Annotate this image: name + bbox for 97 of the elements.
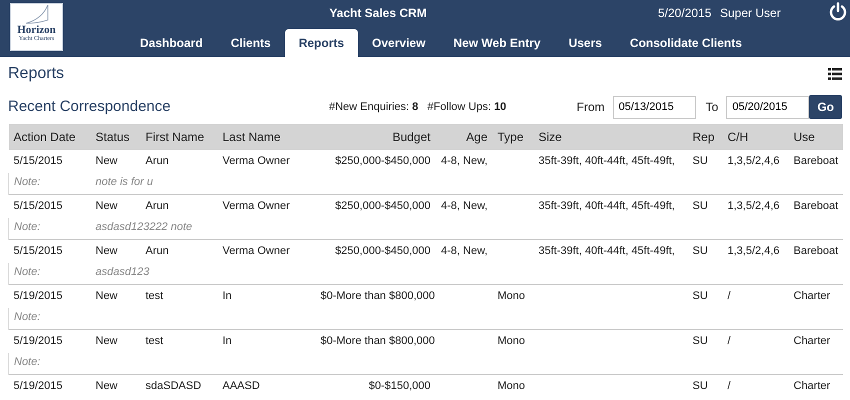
table-cell: test <box>140 284 218 308</box>
table-cell: SU <box>688 150 722 173</box>
table-cell: In <box>218 330 316 353</box>
table-cell: 4-8, New, <box>436 194 492 218</box>
column-header[interactable]: C/H <box>722 124 788 150</box>
column-header[interactable]: Status <box>90 124 140 150</box>
note-label: Note: <box>8 308 90 330</box>
note-label: Note: <box>8 218 90 240</box>
table-cell: SU <box>688 330 722 353</box>
column-header[interactable]: Last Name <box>218 124 316 150</box>
table-cell: Arun <box>140 150 218 173</box>
table-cell: New <box>90 240 140 263</box>
table-cell: test <box>140 330 218 353</box>
table-cell: Mono <box>492 374 534 398</box>
logo-name: Horizon <box>16 25 57 36</box>
nav-tab[interactable]: Dashboard <box>126 29 217 57</box>
nav-tab[interactable]: Users <box>554 29 616 57</box>
table-cell: Verma Owner <box>218 150 316 173</box>
table-cell: New <box>90 284 140 308</box>
table-cell: Bareboat <box>788 194 842 218</box>
table-cell: Charter <box>788 284 842 308</box>
app-title: Yacht Sales CRM <box>328 5 428 22</box>
table-cell: 35ft-39ft, 40ft-44ft, 45ft-49ft, <box>534 240 688 263</box>
table-cell: Arun <box>140 194 218 218</box>
section-title: Recent Correspondence <box>8 98 172 116</box>
table-cell: 35ft-39ft, 40ft-44ft, 45ft-49ft, <box>534 150 688 173</box>
table-cell: $250,000-$450,000 <box>316 150 436 173</box>
to-date-field[interactable]: 05/20/2015 <box>726 96 810 118</box>
table-cell: 1,3,5/2,4,6 <box>722 240 788 263</box>
table-cell: 1,3,5/2,4,6 <box>722 150 788 173</box>
table-cell: SU <box>688 374 722 398</box>
table-cell: Arun <box>140 240 218 263</box>
nav-tab[interactable]: Clients <box>216 29 285 57</box>
table-cell: sdaSDASD <box>140 374 218 398</box>
nav-tab[interactable]: Overview <box>358 29 440 57</box>
page-title: Reports <box>8 64 64 84</box>
table-cell: $0-$150,000 <box>316 374 436 398</box>
table-cell: 1,3,5/2,4,6 <box>722 194 788 218</box>
table-cell: SU <box>688 240 722 263</box>
table-cell: SU <box>688 194 722 218</box>
table-cell: SU <box>688 284 722 308</box>
table-cell: In <box>218 284 316 308</box>
table-cell: 5/15/2015 <box>8 150 90 173</box>
table-cell: $0-More than $800,000 <box>316 330 436 353</box>
nav-tab[interactable]: Consolidate Clients <box>616 29 756 57</box>
table-cell: Mono <box>492 284 534 308</box>
table-cell: New <box>90 194 140 218</box>
table-cell: 5/19/2015 <box>8 284 90 308</box>
table-cell: New <box>90 150 140 173</box>
table-cell: Bareboat <box>788 150 842 173</box>
from-label: From <box>576 99 605 116</box>
note-text: asdasd123 <box>90 263 842 284</box>
table-cell: AAASD <box>218 374 316 398</box>
nav-tab[interactable]: Reports <box>284 29 358 57</box>
current-date: 5/20/2015 <box>658 5 712 22</box>
table-cell: Charter <box>788 374 842 398</box>
list-icon[interactable] <box>828 68 842 80</box>
from-date-field[interactable]: 05/13/2015 <box>612 96 696 118</box>
table-cell: $250,000-$450,000 <box>316 194 436 218</box>
table-cell: 4-8, New, <box>436 150 492 173</box>
column-header[interactable]: Age <box>436 124 492 150</box>
go-button[interactable]: Go <box>809 95 842 119</box>
table-cell: Bareboat <box>788 240 842 263</box>
table-cell: 35ft-39ft, 40ft-44ft, 45ft-49ft, <box>534 194 688 218</box>
table-cell: $250,000-$450,000 <box>316 240 436 263</box>
column-header[interactable]: Budget <box>316 124 436 150</box>
table-cell: 5/15/2015 <box>8 194 90 218</box>
nav-tab[interactable]: New Web Entry <box>439 29 555 57</box>
note-text: note is for u <box>90 173 842 194</box>
column-header[interactable]: Size <box>534 124 688 150</box>
user-name: Super User <box>720 5 781 22</box>
column-header[interactable]: Type <box>492 124 534 150</box>
table-cell: 5/19/2015 <box>8 330 90 353</box>
table-cell: / <box>722 374 788 398</box>
enquiry-counts: #New Enquiries: 8 #Follow Ups: 10 <box>328 100 508 115</box>
table-cell: Charter <box>788 330 842 353</box>
table-cell: New <box>90 330 140 353</box>
table-cell: 5/19/2015 <box>8 374 90 398</box>
note-label: Note: <box>8 263 90 284</box>
table-cell: $0-More than $800,000 <box>316 284 436 308</box>
table-cell: New <box>90 374 140 398</box>
table-cell: / <box>722 284 788 308</box>
to-label: To <box>706 99 718 116</box>
power-icon[interactable] <box>829 2 847 22</box>
table-cell: Mono <box>492 330 534 353</box>
note-label: Note: <box>8 353 90 374</box>
column-header[interactable]: Action Date <box>8 124 90 150</box>
column-header[interactable]: First Name <box>140 124 218 150</box>
table-cell: / <box>722 330 788 353</box>
table-cell: 5/15/2015 <box>8 240 90 263</box>
column-header[interactable]: Use <box>788 124 842 150</box>
table-cell: Verma Owner <box>218 240 316 263</box>
note-text: asdasd123222 note <box>90 218 842 240</box>
table-cell: 4-8, New, <box>436 240 492 263</box>
note-label: Note: <box>8 173 90 194</box>
column-header[interactable]: Rep <box>688 124 722 150</box>
table-cell: Verma Owner <box>218 194 316 218</box>
